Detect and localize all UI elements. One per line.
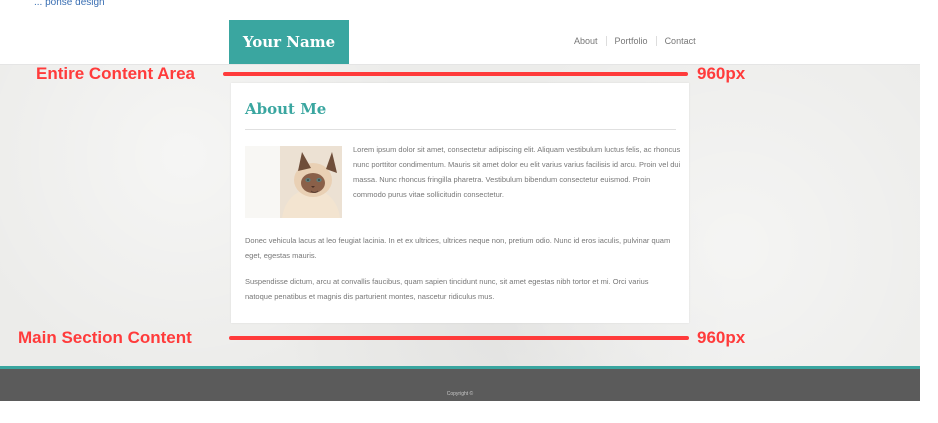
cat-photo [245,146,342,218]
nav-portfolio[interactable]: Portfolio [607,35,656,47]
annotation-main-section-content: Main Section Content [18,328,192,347]
cat-illustration [245,146,342,218]
about-paragraph-2: Donec vehicula lacus at leo feugiat laci… [245,236,671,260]
annotation-width-top: 960px [697,64,746,83]
nav-contact[interactable]: Contact [657,35,704,47]
nav-about[interactable]: About [566,35,606,47]
about-paragraph-3: Suspendisse dictum, arcu at convallis fa… [245,277,649,301]
site-logo[interactable]: Your Name [229,20,349,64]
main-nav: About Portfolio Contact [566,35,704,47]
annotation-entire-content-area: Entire Content Area [36,64,196,83]
copyright-text: Copyright © [446,391,474,397]
about-paragraph-1: Lorem ipsum dolor sit amet, consectetur … [353,145,681,199]
top-link-text[interactable]: ... ponse design [34,0,105,8]
about-me-heading: About Me [245,100,327,118]
annotation-width-bottom: 960px [697,328,746,347]
section-divider [245,129,676,130]
site-header: Your Name About Portfolio Contact [0,20,920,65]
site-footer: Copyright © [0,366,920,401]
annotation-line-bottom [229,336,689,340]
annotation-line-top [223,72,688,76]
main-section: About Me Lorem ipsum dolor sit amet, con… [231,83,689,323]
